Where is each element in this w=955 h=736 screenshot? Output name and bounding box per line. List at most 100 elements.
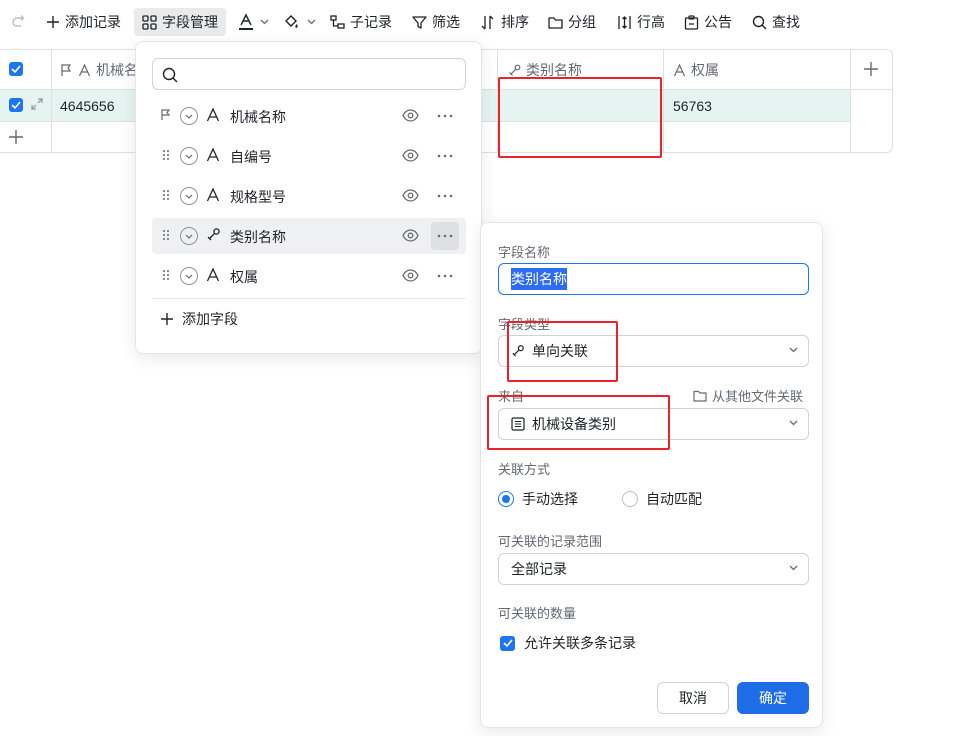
drag-handle-icon[interactable]: [160, 269, 172, 281]
grid-icon: [142, 14, 157, 30]
row-checkbox[interactable]: [9, 98, 23, 112]
field-row-category[interactable]: 类别名称: [152, 218, 466, 254]
field-row-serial-no[interactable]: 自编号: [152, 138, 466, 174]
more-options-icon[interactable]: [431, 142, 459, 170]
link-icon: [207, 228, 220, 241]
filter-button[interactable]: 筛选: [412, 8, 460, 36]
column-header-label: 类别名称: [526, 62, 582, 78]
expand-icon[interactable]: [30, 97, 44, 111]
source-label: 来自: [498, 389, 525, 404]
add-field-button[interactable]: 添加字段: [160, 308, 238, 330]
filter-icon: [412, 15, 427, 29]
add-record-label: 添加记录: [65, 14, 121, 30]
column-header-machine-name[interactable]: 机械名: [60, 60, 138, 80]
chevron-down-icon: [260, 19, 269, 25]
radio-auto-match[interactable]: 自动匹配: [622, 489, 702, 509]
column-header-label: 权属: [691, 62, 719, 78]
field-label: 规格型号: [230, 189, 286, 205]
sub-record-icon: [330, 14, 345, 29]
plus-icon: [864, 62, 878, 76]
primary-flag-icon: [61, 63, 72, 76]
text-color-icon: [239, 13, 253, 30]
range-value: 全部记录: [511, 561, 567, 577]
radio-manual-select[interactable]: 手动选择: [498, 489, 578, 509]
group-label: 分组: [568, 14, 596, 30]
cancel-button[interactable]: 取消: [657, 682, 729, 714]
search-button[interactable]: 查找: [752, 8, 800, 36]
more-options-icon[interactable]: [431, 262, 459, 290]
field-search-input[interactable]: [152, 58, 466, 90]
column-header-category[interactable]: 类别名称: [508, 60, 582, 80]
paint-bucket-icon: [285, 15, 298, 28]
eye-icon[interactable]: [402, 188, 419, 203]
text-type-icon: [206, 187, 220, 202]
range-select[interactable]: 全部记录: [498, 553, 809, 585]
plus-icon: [47, 16, 59, 28]
source-table-value: 机械设备类别: [532, 416, 616, 432]
sub-record-button[interactable]: 子记录: [330, 8, 392, 36]
cell-machine-name[interactable]: 4645656: [60, 96, 115, 116]
drag-handle-icon[interactable]: [160, 149, 172, 161]
fill-color-button[interactable]: [283, 8, 316, 36]
search-icon: [162, 67, 178, 83]
chevron-down-icon[interactable]: [180, 227, 198, 245]
radio-manual-label: 手动选择: [522, 491, 578, 507]
more-options-icon[interactable]: [431, 102, 459, 130]
add-record-button[interactable]: 添加记录: [46, 8, 121, 36]
chevron-down-icon[interactable]: [180, 187, 198, 205]
add-column-button[interactable]: [863, 61, 879, 77]
confirm-button[interactable]: 确定: [737, 682, 809, 714]
eye-icon[interactable]: [402, 268, 419, 283]
group-button[interactable]: 分组: [548, 8, 596, 36]
field-row-spec-model[interactable]: 规格型号: [152, 178, 466, 214]
announcement-label: 公告: [704, 14, 732, 30]
plus-icon: [161, 313, 173, 325]
source-table-select[interactable]: 机械设备类别: [498, 408, 809, 440]
chevron-down-icon[interactable]: [180, 107, 198, 125]
field-type-select[interactable]: 单向关联: [498, 335, 809, 367]
column-header-ownership[interactable]: 权属: [673, 60, 719, 80]
drag-handle-icon[interactable]: [160, 189, 172, 201]
row-height-button[interactable]: 行高: [617, 8, 665, 36]
toolbar: 添加记录 字段管理 子记录 筛选 排序 分组 行高 公告 查找: [0, 0, 955, 44]
field-row-ownership[interactable]: 权属: [152, 258, 466, 294]
divider: [152, 298, 466, 299]
field-label: 权属: [230, 269, 258, 285]
chevron-down-icon[interactable]: [180, 147, 198, 165]
sub-record-label: 子记录: [350, 14, 392, 30]
chevron-down-icon[interactable]: [180, 267, 198, 285]
cell-ownership[interactable]: 56763: [673, 96, 712, 116]
field-row-machine-name[interactable]: 机械名称: [152, 98, 466, 134]
sort-icon: [481, 15, 494, 29]
select-all-checkbox[interactable]: [9, 62, 23, 76]
checkbox-checked: [500, 635, 515, 651]
eye-icon[interactable]: [402, 228, 419, 243]
text-type-icon: [78, 63, 91, 76]
sort-button[interactable]: 排序: [481, 8, 529, 36]
folder-icon: [548, 16, 563, 29]
field-name-label: 字段名称: [498, 245, 551, 260]
field-type-label: 字段类型: [498, 317, 551, 332]
announcement-button[interactable]: 公告: [684, 8, 732, 36]
field-manage-button[interactable]: 字段管理: [134, 8, 226, 36]
eye-icon[interactable]: [402, 108, 419, 123]
field-name-input[interactable]: 类别名称: [498, 263, 809, 295]
radio-dot: [622, 491, 638, 507]
eye-icon[interactable]: [402, 148, 419, 163]
filter-label: 筛选: [432, 14, 460, 30]
link-mode-label: 关联方式: [498, 462, 551, 477]
text-type-icon: [673, 63, 686, 76]
allow-multiple-checkbox[interactable]: 允许关联多条记录: [500, 633, 636, 653]
text-color-button[interactable]: [238, 8, 269, 36]
field-label: 类别名称: [230, 229, 286, 245]
drag-handle-icon[interactable]: [160, 229, 172, 241]
redo-icon[interactable]: [10, 8, 28, 36]
count-label: 可关联的数量: [498, 606, 577, 621]
more-options-icon[interactable]: [431, 222, 459, 250]
folder-icon: [693, 390, 707, 402]
link-icon: [509, 64, 521, 76]
text-type-icon: [206, 107, 220, 122]
add-row-button[interactable]: [8, 129, 24, 145]
link-other-file-button[interactable]: 从其他文件关联: [693, 386, 803, 405]
more-options-icon[interactable]: [431, 182, 459, 210]
